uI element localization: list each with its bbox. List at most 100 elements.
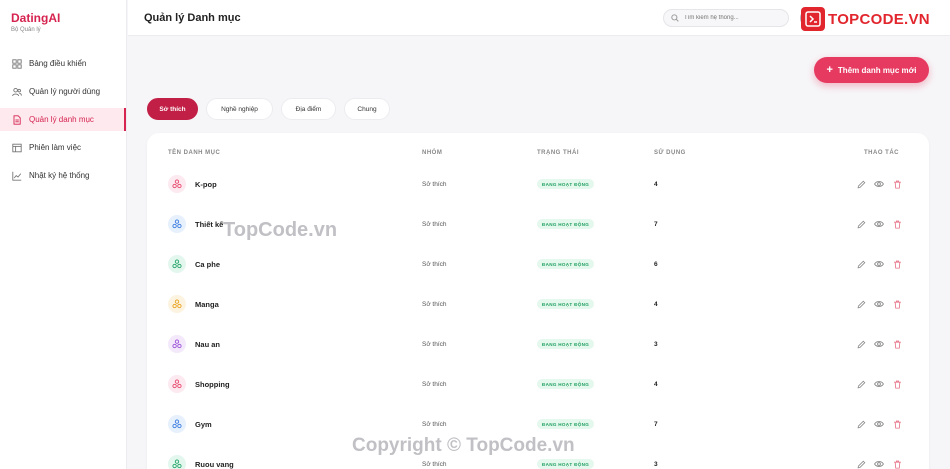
trash-icon[interactable] <box>892 339 902 349</box>
category-group: Sở thích <box>422 341 447 348</box>
table-row: Ca phe Sở thích ĐANG HOẠT ĐỘNG 6 <box>147 245 929 285</box>
sidebar-item-label: Quản lý danh mục <box>29 115 94 124</box>
eye-icon[interactable] <box>874 459 884 469</box>
usage-count: 4 <box>654 181 658 188</box>
tab-hobbies[interactable]: Sở thích <box>147 98 198 120</box>
users-icon <box>12 87 22 97</box>
usage-count: 3 <box>654 341 658 348</box>
eye-icon[interactable] <box>874 339 884 349</box>
category-name: Manga <box>195 300 219 309</box>
status-badge: ĐANG HOẠT ĐỘNG <box>537 379 595 389</box>
trash-icon[interactable] <box>892 459 902 469</box>
row-actions <box>856 219 910 229</box>
window-icon <box>12 143 22 153</box>
category-name: Thiết kế <box>195 220 224 229</box>
trash-icon[interactable] <box>892 179 902 189</box>
table-row: Nau an Sở thích ĐANG HOẠT ĐỘNG 3 <box>147 325 929 365</box>
table-row: Gym Sở thích ĐANG HOẠT ĐỘNG 7 <box>147 405 929 445</box>
category-group: Sở thích <box>422 301 447 308</box>
brand: DatingAI Bộ Quản lý <box>0 0 126 40</box>
edit-icon[interactable] <box>856 259 866 269</box>
category-table: TÊN DANH MỤC NHÓM TRẠNG THÁI SỬ DỤNG THA… <box>147 133 929 469</box>
category-icon <box>168 255 186 273</box>
edit-icon[interactable] <box>856 459 866 469</box>
usage-count: 7 <box>654 421 658 428</box>
trash-icon[interactable] <box>892 419 902 429</box>
row-actions <box>856 179 910 189</box>
category-name: Ruou vang <box>195 460 234 469</box>
category-group: Sở thích <box>422 181 447 188</box>
edit-icon[interactable] <box>856 299 866 309</box>
eye-icon[interactable] <box>874 419 884 429</box>
category-name: Gym <box>195 420 212 429</box>
sidebar-item-label: Nhật ký hệ thống <box>29 171 90 180</box>
row-actions <box>856 299 910 309</box>
sidebar-item-users[interactable]: Quản lý người dùng <box>0 80 126 103</box>
grid-icon <box>12 58 22 69</box>
sidebar-item-label: Bảng điều khiển <box>29 59 87 68</box>
tab-occupation[interactable]: Nghề nghiệp <box>206 98 273 120</box>
eye-icon[interactable] <box>874 299 884 309</box>
category-name: Nau an <box>195 340 221 349</box>
trash-icon[interactable] <box>892 379 902 389</box>
sidebar: DatingAI Bộ Quản lý Bảng điều khiển Quản… <box>0 0 127 469</box>
topcode-logo-text: TOPCODE.VN <box>828 10 930 28</box>
header-status: TRẠNG THÁI <box>537 150 579 156</box>
eye-icon[interactable] <box>874 219 884 229</box>
trash-icon[interactable] <box>892 299 902 309</box>
tab-location[interactable]: Địa điểm <box>281 98 336 120</box>
status-badge: ĐANG HOẠT ĐỘNG <box>537 259 595 269</box>
edit-icon[interactable] <box>856 339 866 349</box>
header-actions: THAO TÁC <box>864 150 899 156</box>
plus-icon: + <box>826 64 833 76</box>
sidebar-item-categories[interactable]: Quản lý danh mục <box>0 108 126 131</box>
table-row: Manga Sở thích ĐANG HOẠT ĐỘNG 4 <box>147 285 929 325</box>
category-name: K-pop <box>195 180 217 189</box>
table-row: Ruou vang Sở thích ĐANG HOẠT ĐỘNG 3 <box>147 445 929 469</box>
status-badge: ĐANG HOẠT ĐỘNG <box>537 459 595 469</box>
category-name: Shopping <box>195 380 230 389</box>
category-group: Sở thích <box>422 381 447 388</box>
eye-icon[interactable] <box>874 179 884 189</box>
sidebar-nav: Bảng điều khiển Quản lý người dùng Quản … <box>0 52 126 187</box>
status-badge: ĐANG HOẠT ĐỘNG <box>537 219 595 229</box>
edit-icon[interactable] <box>856 379 866 389</box>
usage-count: 4 <box>654 381 658 388</box>
search-icon <box>671 14 679 22</box>
search-box[interactable] <box>663 9 789 27</box>
add-category-button[interactable]: + Thêm danh mục mới <box>814 57 929 83</box>
sidebar-item-label: Quản lý người dùng <box>29 87 101 96</box>
sidebar-item-logs[interactable]: Nhật ký hệ thống <box>0 164 126 187</box>
status-badge: ĐANG HOẠT ĐỘNG <box>537 299 595 309</box>
edit-icon[interactable] <box>856 179 866 189</box>
category-icon <box>168 455 186 469</box>
tab-general[interactable]: Chung <box>344 98 390 120</box>
usage-count: 4 <box>654 301 658 308</box>
eye-icon[interactable] <box>874 379 884 389</box>
status-badge: ĐANG HOẠT ĐỘNG <box>537 339 595 349</box>
category-group: Sở thích <box>422 421 447 428</box>
edit-icon[interactable] <box>856 419 866 429</box>
row-actions <box>856 339 910 349</box>
edit-icon[interactable] <box>856 219 866 229</box>
usage-count: 3 <box>654 461 658 468</box>
sidebar-item-sessions[interactable]: Phiên làm việc <box>0 136 126 159</box>
status-badge: ĐANG HOẠT ĐỘNG <box>537 179 595 189</box>
category-group: Sở thích <box>422 461 447 468</box>
category-icon <box>168 175 186 193</box>
row-actions <box>856 419 910 429</box>
search-input[interactable] <box>684 15 784 21</box>
category-name: Ca phe <box>195 260 221 269</box>
row-actions <box>856 379 910 389</box>
usage-count: 7 <box>654 221 658 228</box>
trash-icon[interactable] <box>892 219 902 229</box>
sidebar-item-label: Phiên làm việc <box>29 143 82 152</box>
trash-icon[interactable] <box>892 259 902 269</box>
sidebar-item-dashboard[interactable]: Bảng điều khiển <box>0 52 126 75</box>
add-category-label: Thêm danh mục mới <box>837 65 917 75</box>
usage-count: 6 <box>654 261 658 268</box>
header-group: NHÓM <box>422 150 443 156</box>
eye-icon[interactable] <box>874 259 884 269</box>
page-title: Quản lý Danh mục <box>144 12 241 24</box>
category-group: Sở thích <box>422 221 447 228</box>
